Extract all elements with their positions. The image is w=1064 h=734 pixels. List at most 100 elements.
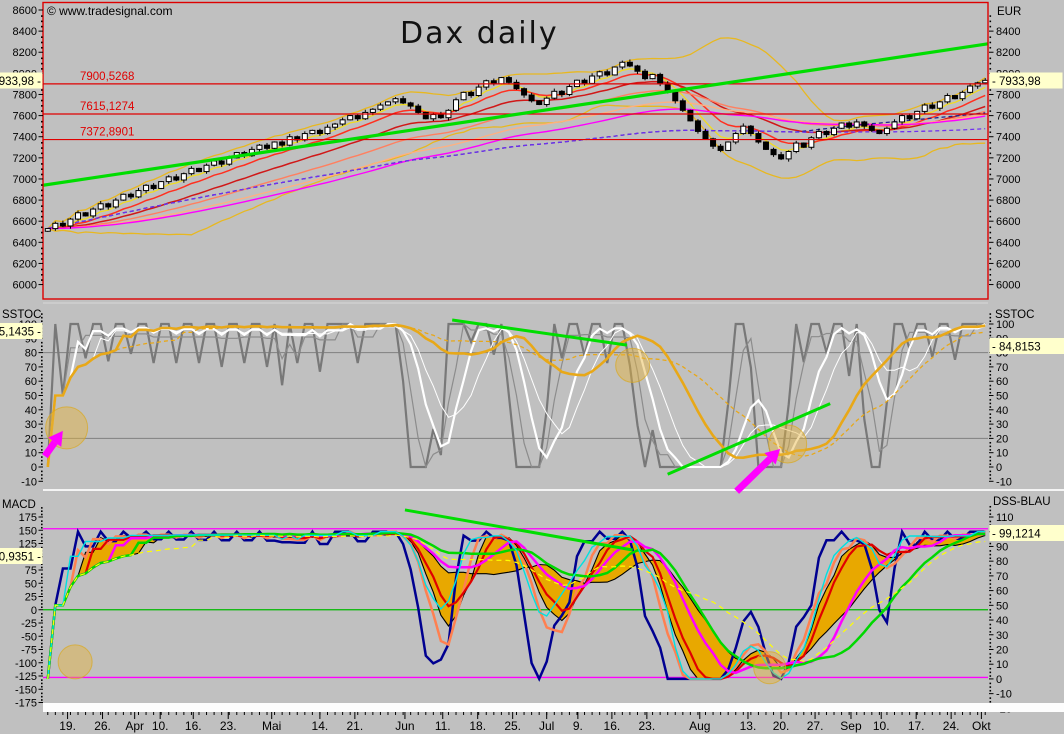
y-minor-tick [41,68,43,70]
y-tick-label: 110 [996,512,1014,524]
y-minor-tick [990,328,992,330]
y-minor-tick [41,567,43,569]
date-label: 21. [347,719,364,733]
y-minor-tick [41,460,43,462]
y-minor-tick [41,606,43,608]
y-minor-tick [41,435,43,437]
y-minor-tick [990,232,992,234]
y-tick-label: -10 [996,476,1012,488]
date-label: 26. [94,719,111,733]
y-tick-label: 7200 [996,153,1020,165]
y-tick-label: -10 [996,689,1012,701]
y-minor-tick [990,131,992,133]
y-minor-tick [990,89,992,91]
price-current-left: 7933,98 - [0,76,41,88]
y-minor-tick [990,474,992,476]
date-label: 14. [312,719,329,733]
y-minor-tick [990,105,992,107]
y-minor-tick [41,36,43,38]
y-minor-tick [41,686,43,688]
y-minor-tick [41,26,43,28]
date-label: 10. [152,719,169,733]
y-tick-label: 10 [996,448,1008,460]
y-tick-label: -125 [15,671,37,683]
y-minor-tick [990,602,992,604]
y-minor-tick [41,237,43,239]
y-minor-tick [990,110,992,112]
y-minor-tick [990,506,992,508]
date-label: 19. [59,719,76,733]
y-tick-label: 7200 [13,153,37,165]
y-minor-tick [990,442,992,444]
y-minor-tick [41,279,43,281]
y-tick-label: 60 [996,376,1008,388]
y-tick-label: 20 [996,644,1008,656]
y-minor-tick [41,431,43,433]
y-tick-label: 0 [996,462,1002,474]
y-minor-tick [990,258,992,260]
y-tick-label: 70 [996,571,1008,583]
date-label: 18. [469,719,486,733]
y-minor-tick [990,248,992,250]
y-tick-label: 40 [25,405,37,417]
y-minor-tick [41,673,43,675]
y-minor-tick [990,668,992,670]
y-tick-label: 6400 [13,237,37,249]
y-minor-tick [990,435,992,437]
y-minor-tick [990,421,992,423]
y-minor-tick [41,110,43,112]
y-minor-tick [41,471,43,473]
date-label: 27. [807,719,824,733]
y-minor-tick [41,21,43,23]
y-tick-label: 6800 [13,195,37,207]
y-minor-tick [990,385,992,387]
y-minor-tick [990,550,992,552]
date-label: 25. [504,719,521,733]
y-minor-tick [990,42,992,44]
date-label: Okt [972,719,991,733]
price-plot-area[interactable] [43,3,988,300]
y-minor-tick [41,463,43,465]
y-minor-tick [41,105,43,107]
y-minor-tick [41,388,43,390]
y-minor-tick [990,406,992,408]
y-minor-tick [990,26,992,28]
y-minor-tick [41,573,43,575]
sstoc-right-label: SSTOC [995,309,1034,321]
y-minor-tick [990,594,992,596]
y-minor-tick [41,643,43,645]
y-minor-tick [41,646,43,648]
date-label: 10. [873,719,890,733]
y-tick-label: -175 [15,698,37,710]
y-minor-tick [990,100,992,102]
y-minor-tick [41,537,43,539]
y-minor-tick [990,701,992,703]
y-minor-tick [41,342,43,344]
y-tick-label: 80 [25,348,37,360]
y-tick-label: 0 [31,605,37,617]
y-tick-label: 20 [25,433,37,445]
y-minor-tick [990,378,992,380]
y-tick-label: 75 [25,565,37,577]
y-tick-label: -50 [21,631,37,643]
y-minor-tick [990,627,992,629]
y-minor-tick [990,569,992,571]
date-label: 23. [220,719,237,733]
y-minor-tick [990,274,992,276]
y-tick-label: 7000 [996,174,1020,186]
y-minor-tick [41,42,43,44]
y-minor-tick [990,153,992,155]
y-minor-tick [990,587,992,589]
y-minor-tick [990,388,992,390]
date-label: 20. [773,719,790,733]
y-minor-tick [41,577,43,579]
y-minor-tick [41,131,43,133]
sstoc-current-left: 95,1435 - [0,327,41,339]
y-minor-tick [41,142,43,144]
y-minor-tick [41,370,43,372]
y-minor-tick [990,417,992,419]
y-minor-tick [41,378,43,380]
y-minor-tick [990,683,992,685]
y-minor-tick [990,374,992,376]
y-minor-tick [41,147,43,149]
